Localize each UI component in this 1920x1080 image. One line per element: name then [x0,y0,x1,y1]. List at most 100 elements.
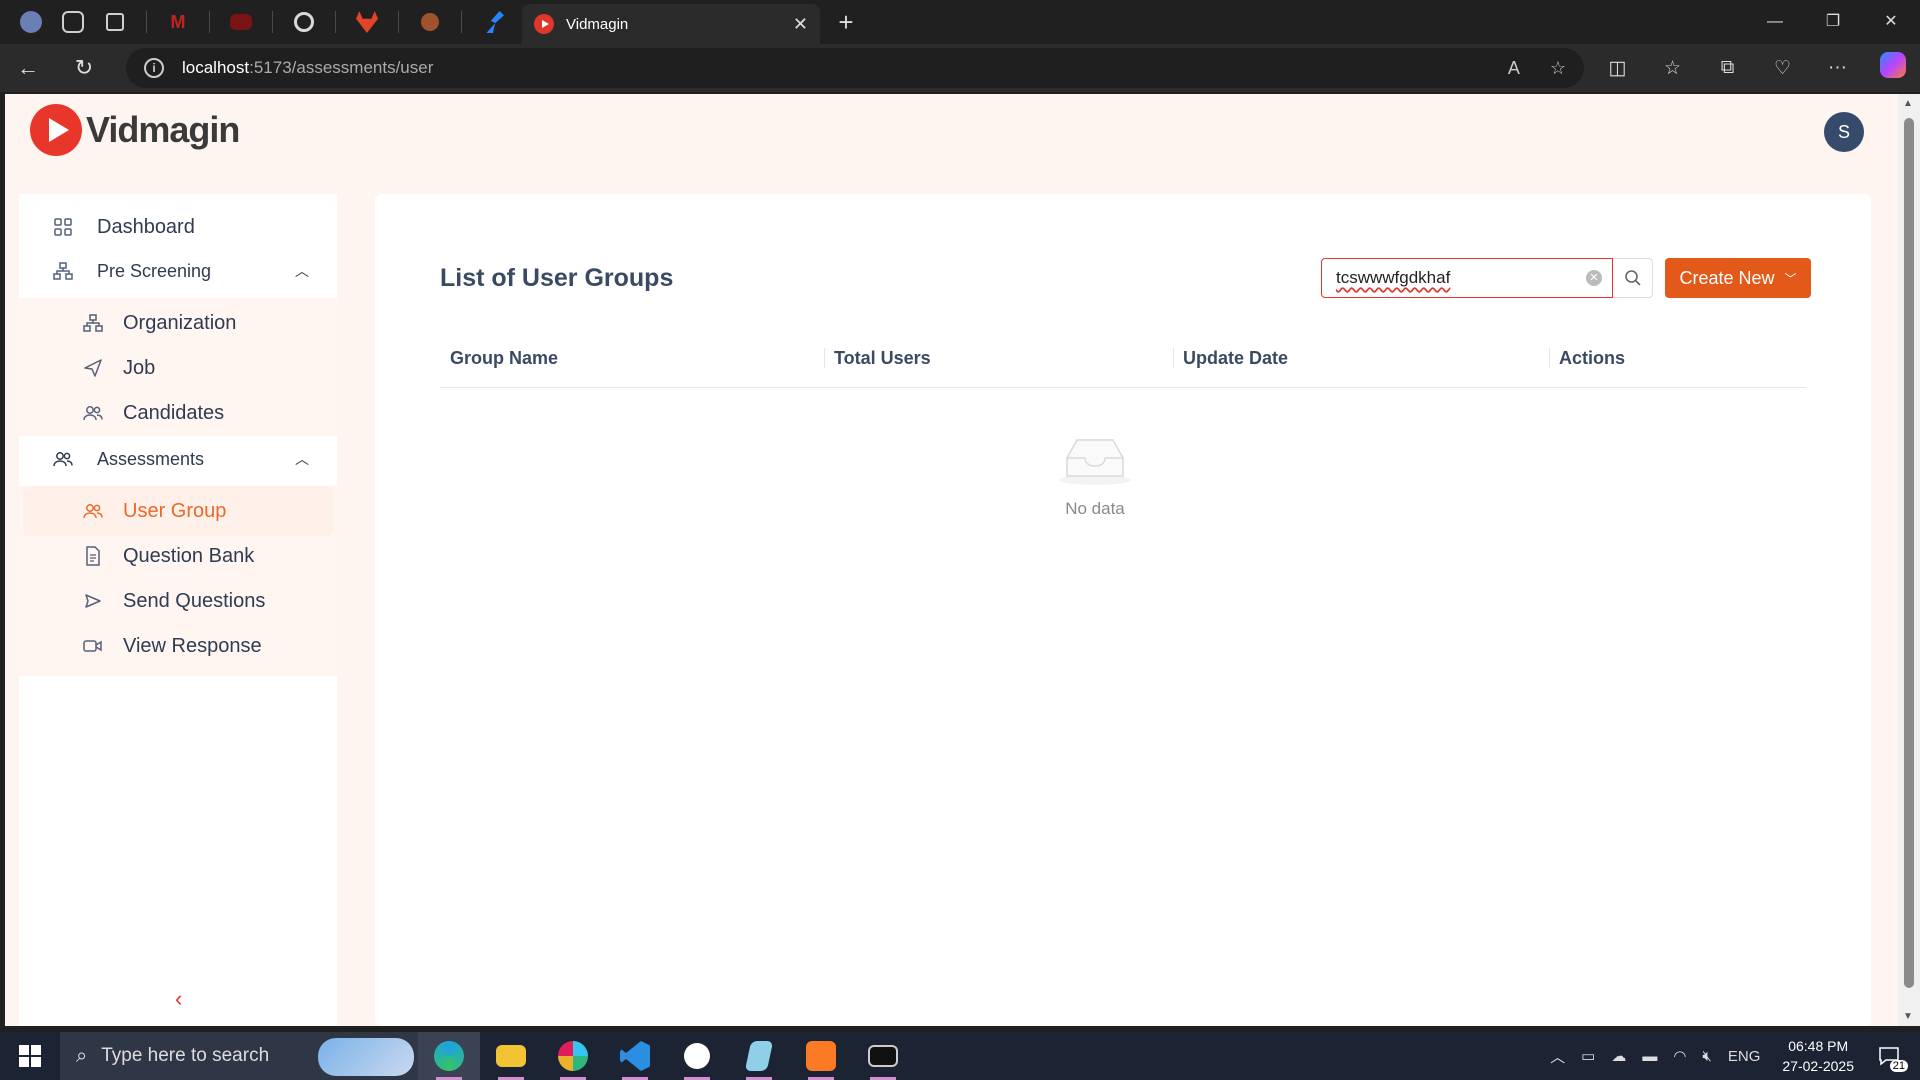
chevron-up-icon[interactable]: ︿ [295,261,309,281]
clear-search-icon[interactable]: ✕ [1586,270,1602,286]
search-button[interactable] [1613,258,1653,298]
scroll-down-icon[interactable]: ▼ [1903,1011,1913,1022]
taskbar-app-file-explorer[interactable] [480,1032,542,1080]
tab-separator [335,11,336,33]
logo-text: Vidmagin [86,109,240,150]
show-hidden-icons-icon[interactable]: ︿ [1550,1046,1565,1067]
close-tab-icon[interactable]: ✕ [793,14,808,35]
favorite-star-icon[interactable]: ☆ [1550,58,1566,79]
pinned-tab-postman[interactable] [409,4,451,40]
create-new-button[interactable]: Create New ﹀ [1665,258,1811,298]
empty-state-text: No data [1065,499,1125,518]
scrollbar-thumb[interactable] [1904,118,1914,988]
sidebar-item-question-bank[interactable]: Question Bank [19,531,337,581]
column-header-update-date[interactable]: Update Date [1172,328,1288,388]
pinned-tab-gmail[interactable]: M [157,4,199,40]
battery-icon[interactable]: ▬ [1642,1048,1657,1065]
postman-icon [421,13,439,31]
close-window-button[interactable]: ✕ [1862,0,1920,44]
language-indicator[interactable]: ENG [1728,1048,1761,1065]
gitlab-icon [356,11,378,33]
back-button[interactable]: ← [0,55,56,81]
volume-muted-icon[interactable]: 🔇︎ [1702,1048,1711,1065]
pinned-tab-gitlab[interactable] [346,4,388,40]
dashboard-grid-icon [51,215,75,239]
taskbar-app-slack[interactable] [542,1032,604,1080]
more-menu-icon[interactable]: ··· [1810,57,1865,79]
windows-taskbar: ⌕ Type here to search ︿ ▭ ☁ ▬ ◠ 🔇︎ ENG 0… [0,1032,1920,1080]
table-header: Group Name Total Users Update Date Actio… [440,328,1806,388]
taskbar-app-vscode[interactable] [604,1032,666,1080]
tab-title: Vidmagin [566,15,629,33]
users-icon [81,499,105,523]
clock[interactable]: 06:48 PM 27-02-2025 [1782,1036,1854,1076]
minimize-button[interactable]: — [1746,0,1804,44]
scroll-up-icon[interactable]: ▲ [1903,98,1913,109]
sidebar-item-organization[interactable]: Organization [19,298,337,348]
onedrive-icon[interactable]: ☁ [1611,1047,1626,1065]
browser-tools: ◫ ☆ ⧉ ♡ ··· [1590,44,1920,92]
sidebar: Dashboard Pre Screening ︿ Organization J… [19,194,337,1026]
address-bar[interactable]: i localhost:5173/assessments/user A ☆ [126,48,1584,88]
profile-icon [20,11,42,33]
new-tab-button[interactable]: + [824,7,868,38]
tab-vidmagin[interactable]: Vidmagin ✕ [522,4,820,44]
sidebar-item-user-group[interactable]: User Group [23,486,333,536]
restore-button[interactable]: ❐ [1804,0,1862,44]
collapse-sidebar-icon[interactable]: ‹ [175,986,182,1012]
site-info-icon[interactable]: i [144,58,164,78]
page-scrollbar[interactable]: ▲ ▼ [1898,94,1920,1026]
user-avatar[interactable]: S [1824,112,1864,152]
sidebar-item-send-questions[interactable]: Send Questions [19,576,337,626]
vidmagin-favicon-icon [534,14,554,34]
sidebar-item-dashboard[interactable]: Dashboard [19,202,337,252]
start-button[interactable] [0,1032,60,1080]
tab-actions-button[interactable] [94,4,136,40]
sidebar-item-label: Send Questions [123,589,266,612]
meet-now-icon[interactable]: ▭ [1581,1047,1595,1065]
gmail-icon: M [170,12,186,32]
sidebar-item-assessments[interactable]: Assessments ︿ [19,434,337,484]
url-path: :5173/assessments/user [249,58,434,77]
sidebar-item-job[interactable]: Job [19,343,337,393]
taskbar-search[interactable]: ⌕ Type here to search [60,1032,418,1080]
copilot-button[interactable] [1865,52,1920,84]
document-icon [81,544,105,568]
pinned-tab-chatgpt[interactable] [283,4,325,40]
column-header-total-users[interactable]: Total Users [824,328,931,388]
chevron-up-icon[interactable]: ︿ [295,449,309,469]
app-logo[interactable]: Vidmagin [30,104,240,156]
sidebar-item-pre-screening[interactable]: Pre Screening ︿ [19,246,337,296]
taskbar-app-terminal[interactable] [852,1032,914,1080]
tab-separator [146,11,147,33]
workspaces-button[interactable] [52,4,94,40]
pinned-tab-youtube[interactable] [220,4,262,40]
search-input[interactable]: tcswwwfgdkhaf ✕ [1321,258,1613,298]
column-header-group-name[interactable]: Group Name [450,328,558,388]
send-icon [81,589,105,613]
search-input-value: tcswwwfgdkhaf [1336,268,1451,287]
copilot-icon [1879,52,1906,78]
notifications-button[interactable]: 21 [1868,1040,1910,1072]
sidebar-item-view-response[interactable]: View Response [19,621,337,671]
sidebar-item-label: User Group [123,499,227,522]
tab-separator [272,11,273,33]
split-screen-icon[interactable]: ◫ [1590,57,1645,80]
read-aloud-icon[interactable]: A [1508,58,1520,79]
taskbar-app-edge[interactable] [418,1032,480,1080]
collections-icon[interactable]: ⧉ [1700,57,1755,79]
refresh-button[interactable]: ↻ [56,55,112,81]
pinned-tab-jira[interactable] [472,4,514,40]
browser-essentials-icon[interactable]: ♡ [1755,57,1810,80]
system-tray: ︿ ▭ ☁ ▬ ◠ 🔇︎ ENG 06:48 PM 27-02-2025 21 [1542,1032,1920,1080]
taskbar-app-xampp[interactable] [790,1032,852,1080]
taskbar-app-mongodb[interactable] [666,1032,728,1080]
folder-icon [496,1045,526,1067]
taskbar-app-notepad[interactable] [728,1032,790,1080]
wifi-icon[interactable]: ◠ [1673,1047,1686,1065]
empty-state: No data [1025,434,1165,519]
slack-icon [558,1041,588,1071]
favorites-icon[interactable]: ☆ [1645,57,1700,80]
sidebar-item-candidates[interactable]: Candidates [19,388,337,438]
profile-button[interactable] [10,4,52,40]
